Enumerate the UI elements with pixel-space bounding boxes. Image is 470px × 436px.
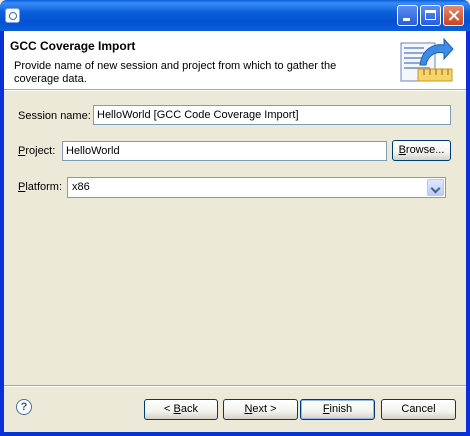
app-icon xyxy=(5,8,20,23)
help-icon[interactable]: ? xyxy=(16,399,32,415)
project-label-text: roject: xyxy=(25,145,56,157)
wizard-description: Provide name of new session and project … xyxy=(14,60,337,85)
cancel-button[interactable]: Cancel xyxy=(381,399,456,420)
wizard-header: GCC Coverage Import Provide name of new … xyxy=(4,31,466,89)
platform-label: Platform: xyxy=(18,181,62,193)
platform-select[interactable]: x86 xyxy=(67,177,446,198)
title-bar[interactable] xyxy=(0,0,470,31)
next-label: ext > xyxy=(252,403,277,415)
next-button[interactable]: Next > xyxy=(223,399,298,420)
import-wizard-icon xyxy=(400,37,454,82)
project-label: Project: xyxy=(18,145,55,157)
finish-mnemonic: F xyxy=(322,403,330,415)
finish-button[interactable]: Finish xyxy=(300,399,375,420)
session-name-label: Session name: xyxy=(18,110,91,122)
footer-separator-highlight xyxy=(4,386,466,387)
platform-label-text: latform: xyxy=(25,181,63,193)
platform-select-value: x86 xyxy=(72,181,90,193)
maximize-button[interactable] xyxy=(420,5,441,26)
finish-label: inish xyxy=(329,403,353,415)
project-input[interactable]: HelloWorld xyxy=(62,141,387,161)
back-prefix: < xyxy=(164,403,174,415)
browse-label: rowse... xyxy=(405,144,445,156)
chevron-down-icon[interactable] xyxy=(427,179,444,196)
session-name-input[interactable]: HelloWorld [GCC Code Coverage Import] xyxy=(93,105,451,125)
browse-mnemonic: B xyxy=(398,144,406,156)
wizard-title: GCC Coverage Import xyxy=(10,39,136,53)
back-button[interactable]: < Back xyxy=(144,399,218,420)
minimize-button[interactable] xyxy=(397,5,418,26)
close-button[interactable] xyxy=(443,5,464,26)
browse-button[interactable]: Browse... xyxy=(392,140,451,161)
back-mnemonic: B xyxy=(173,403,181,415)
dialog-body: GCC Coverage Import Provide name of new … xyxy=(4,31,466,432)
header-separator-highlight xyxy=(4,90,466,91)
dialog-window: GCC Coverage Import Provide name of new … xyxy=(0,0,470,436)
back-label: ack xyxy=(180,403,198,415)
